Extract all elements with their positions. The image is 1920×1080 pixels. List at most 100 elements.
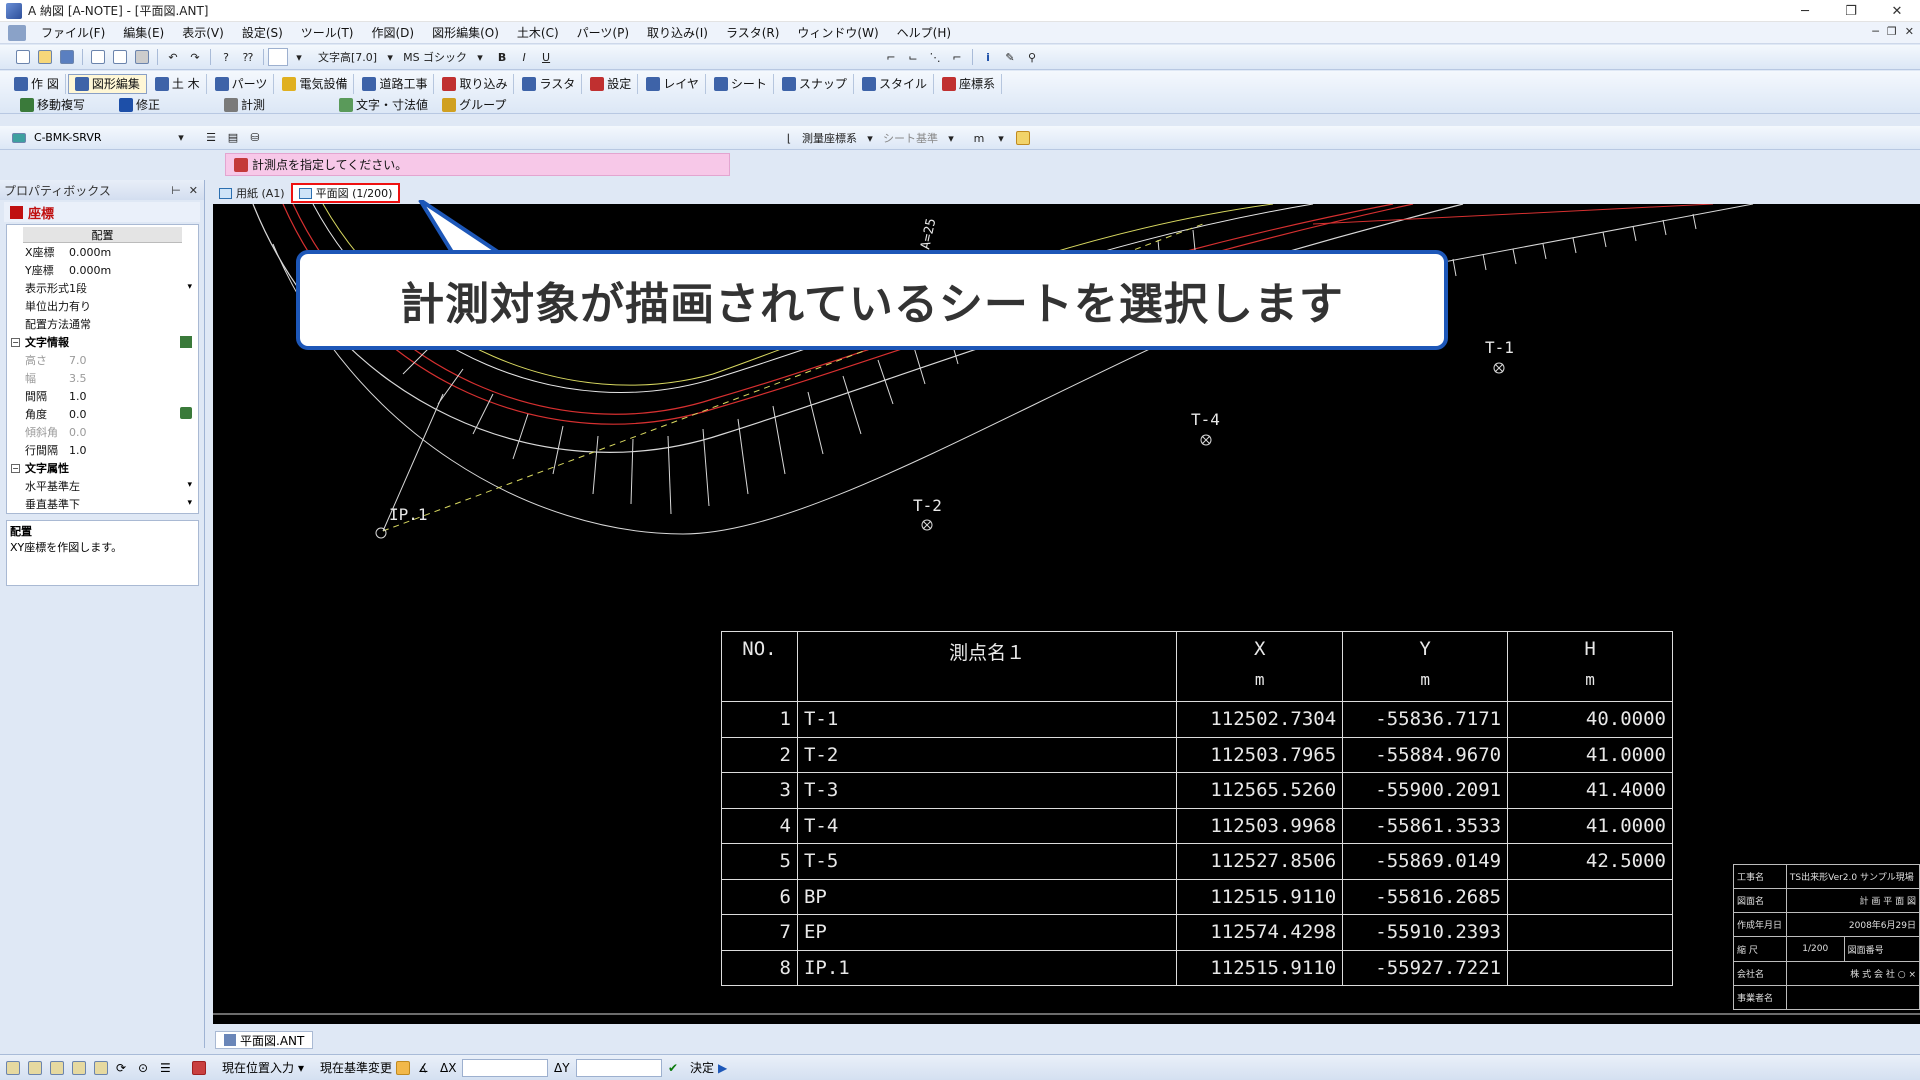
open-file-icon[interactable] bbox=[36, 48, 54, 66]
chevron-down-icon[interactable]: ▾ bbox=[187, 480, 192, 490]
chevron-down-icon[interactable]: ▾ bbox=[471, 48, 489, 66]
chevron-down-icon[interactable]: ▾ bbox=[861, 129, 879, 147]
menu-file[interactable]: ファイル(F) bbox=[32, 24, 114, 41]
sheet-reference-combo[interactable]: シート基準 bbox=[883, 129, 938, 147]
snap-cross-icon[interactable]: ⋱ bbox=[926, 48, 944, 66]
menu-raster[interactable]: ラスタ(R) bbox=[717, 24, 788, 41]
collapse-icon[interactable]: − bbox=[11, 337, 20, 347]
tab-settings[interactable]: 設定 bbox=[584, 73, 639, 94]
survey-coordinate-combo[interactable]: 測量座標系 bbox=[802, 129, 857, 147]
play-icon[interactable]: ▶ bbox=[718, 1059, 736, 1077]
property-row-slant[interactable]: 傾斜角 0.0 bbox=[7, 423, 198, 441]
property-row-y[interactable]: Y座標 0.000m bbox=[7, 261, 198, 279]
dy-input[interactable] bbox=[576, 1058, 663, 1077]
snap-grid-icon[interactable] bbox=[50, 1059, 68, 1077]
minimize-button[interactable]: ─ bbox=[1782, 0, 1828, 22]
snap-perp-icon[interactable]: ⌐ bbox=[948, 48, 966, 66]
menu-tools[interactable]: ツール(T) bbox=[292, 24, 363, 41]
chevron-down-icon[interactable]: ▾ bbox=[381, 48, 399, 66]
tab-sheet-paper[interactable]: 用紙 (A1) bbox=[213, 183, 291, 203]
close-icon[interactable]: ✕ bbox=[189, 184, 198, 197]
document-icon[interactable] bbox=[8, 24, 26, 41]
print-icon[interactable] bbox=[133, 48, 151, 66]
section-text-info[interactable]: − 文字情報 bbox=[7, 333, 198, 351]
info-icon[interactable]: i bbox=[979, 48, 997, 66]
modify-button[interactable]: 修正 bbox=[113, 95, 166, 115]
tab-layer[interactable]: レイヤ bbox=[640, 73, 706, 94]
mdi-restore-button[interactable]: ❐ bbox=[1887, 25, 1897, 38]
text-height-combo[interactable]: 文字高[7.0] bbox=[318, 48, 377, 66]
tab-sheet[interactable]: シート bbox=[708, 73, 774, 94]
property-row-placement[interactable]: 配置方法 通常 bbox=[7, 315, 198, 333]
tab-import[interactable]: 取り込み bbox=[436, 73, 515, 94]
property-row-format[interactable]: 表示形式 1段 ▾ bbox=[7, 279, 198, 297]
menu-import[interactable]: 取り込み(I) bbox=[638, 24, 717, 41]
layer-stack-icon[interactable]: ▤ bbox=[224, 129, 242, 147]
color-combo[interactable] bbox=[268, 48, 288, 66]
snap-end-icon[interactable]: ⌐ bbox=[882, 48, 900, 66]
current-position-input[interactable]: 現在位置入力 bbox=[222, 1059, 294, 1077]
chevron-down-icon[interactable]: ▾ bbox=[992, 129, 1010, 147]
undo-icon[interactable]: ↶ bbox=[164, 48, 182, 66]
tab-civil[interactable]: 土 木 bbox=[149, 73, 207, 94]
tab-parts[interactable]: パーツ bbox=[209, 73, 275, 94]
chevron-down-icon[interactable]: ▾ bbox=[942, 129, 960, 147]
bold-button[interactable]: B bbox=[493, 48, 511, 66]
eyedropper-icon[interactable]: ✎ bbox=[1001, 48, 1019, 66]
menu-shape-edit[interactable]: 図形編集(O) bbox=[423, 24, 508, 41]
layer-combo[interactable]: C-BMK-SRVR bbox=[30, 129, 170, 147]
chevron-down-icon[interactable]: ▾ bbox=[290, 48, 308, 66]
base-point-icon[interactable] bbox=[396, 1059, 414, 1077]
close-button[interactable]: ✕ bbox=[1874, 0, 1920, 22]
collapse-icon[interactable]: − bbox=[11, 463, 20, 473]
chevron-down-icon[interactable]: ▾ bbox=[187, 498, 192, 508]
tab-coordinate-system[interactable]: 座標系 bbox=[936, 73, 1002, 94]
new-file-icon[interactable] bbox=[14, 48, 32, 66]
tab-raster[interactable]: ラスタ bbox=[516, 73, 583, 94]
snap-point-icon[interactable] bbox=[72, 1059, 90, 1077]
chevron-down-icon[interactable]: ▾ bbox=[187, 282, 192, 292]
context-help-icon[interactable]: ⁇ bbox=[239, 48, 257, 66]
tab-document[interactable]: 平面図.ANT bbox=[215, 1031, 314, 1049]
property-row-width[interactable]: 幅 3.5 bbox=[7, 369, 198, 387]
redo-icon[interactable]: ↷ bbox=[186, 48, 204, 66]
pen-icon[interactable] bbox=[180, 336, 192, 348]
help-icon[interactable]: ? bbox=[217, 48, 235, 66]
menu-draw[interactable]: 作図(D) bbox=[363, 24, 424, 41]
property-row-line-spacing[interactable]: 行間隔 1.0 bbox=[7, 441, 198, 459]
tab-draw[interactable]: 作 図 bbox=[8, 73, 66, 94]
measure-button[interactable]: 計測 bbox=[218, 95, 271, 115]
property-row-x[interactable]: X座標 0.000m bbox=[7, 243, 198, 261]
group-button[interactable]: グループ bbox=[436, 95, 512, 115]
property-row-unit-output[interactable]: 単位出力 有り bbox=[7, 297, 198, 315]
text-dimension-button[interactable]: 文字・寸法値 bbox=[333, 95, 434, 115]
tab-road-work[interactable]: 道路工事 bbox=[356, 73, 435, 94]
grid-icon[interactable] bbox=[6, 1059, 24, 1077]
current-base-change[interactable]: 現在基準変更 bbox=[320, 1059, 392, 1077]
measure-icon[interactable]: ⚲ bbox=[1023, 48, 1041, 66]
coordinate-settings-icon[interactable] bbox=[1014, 129, 1032, 147]
angle-icon[interactable]: ∡ bbox=[418, 1059, 436, 1077]
tab-shape-edit[interactable]: 図形編集 bbox=[67, 73, 147, 94]
tab-style[interactable]: スタイル bbox=[856, 73, 934, 94]
copy-icon[interactable] bbox=[89, 48, 107, 66]
property-row-height[interactable]: 高さ 7.0 bbox=[7, 351, 198, 369]
center-icon[interactable]: ⊙ bbox=[138, 1059, 156, 1077]
tab-electrical[interactable]: 電気設備 bbox=[276, 73, 355, 94]
property-row-vertical-align[interactable]: 垂直基準下 ▾ bbox=[7, 495, 198, 513]
property-row-angle[interactable]: 角度 0.0 bbox=[7, 405, 198, 423]
menu-civil[interactable]: 土木(C) bbox=[508, 24, 568, 41]
unit-combo[interactable]: m bbox=[970, 129, 988, 147]
mdi-minimize-button[interactable]: ─ bbox=[1872, 25, 1879, 38]
grid-toggle-icon[interactable] bbox=[192, 1059, 210, 1077]
italic-button[interactable]: I bbox=[515, 48, 533, 66]
ortho-icon[interactable] bbox=[28, 1059, 46, 1077]
layer-list-icon[interactable]: ☰ bbox=[202, 129, 220, 147]
menu-settings[interactable]: 設定(S) bbox=[233, 24, 292, 41]
move-copy-button[interactable]: 移動複写 bbox=[14, 95, 91, 115]
paste-icon[interactable] bbox=[111, 48, 129, 66]
section-text-attributes[interactable]: − 文字属性 bbox=[7, 459, 198, 477]
snap-mid-icon[interactable]: ⌙ bbox=[904, 48, 922, 66]
line-icon[interactable] bbox=[94, 1059, 112, 1077]
layer-settings-icon[interactable]: ⛁ bbox=[246, 129, 264, 147]
